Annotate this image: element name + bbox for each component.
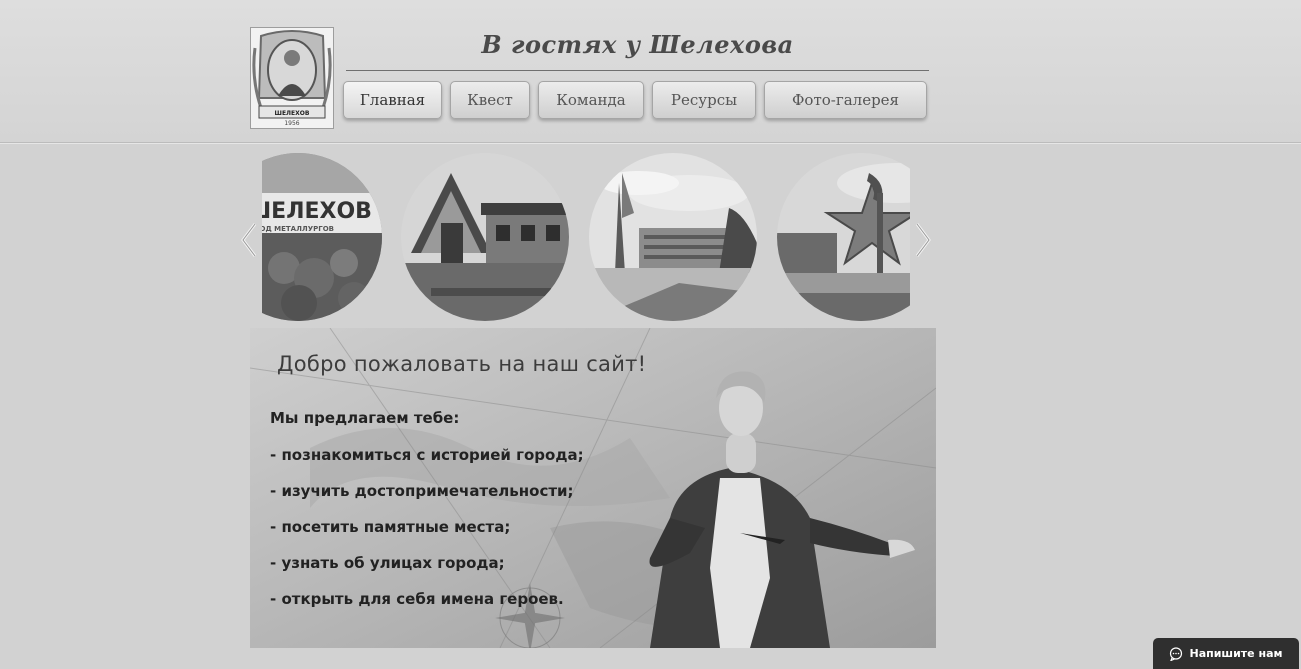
- carousel-slide-city-sign[interactable]: ШЕЛЕХОВ ГОРОД МЕТАЛЛУРГОВ: [262, 153, 382, 321]
- chat-widget-button[interactable]: Напишите нам: [1153, 638, 1299, 669]
- carousel-slide-wooden-house[interactable]: [401, 153, 569, 321]
- logo-year: 1956: [284, 120, 299, 127]
- chevron-left-icon: [241, 223, 257, 257]
- site-header: ШЕЛЕХОВ 1956 В гостях у Шелехова Главная…: [0, 0, 1301, 143]
- title-divider: [346, 70, 929, 71]
- carousel-prev-button[interactable]: [240, 222, 258, 258]
- offer-item: - познакомиться с историей города;: [270, 446, 584, 464]
- offer-item: - открыть для себя имена героев.: [270, 590, 564, 608]
- banner-title: Добро пожаловать на наш сайт!: [277, 352, 647, 376]
- chevron-right-icon: [915, 223, 931, 257]
- photo-carousel: ШЕЛЕХОВ ГОРОД МЕТАЛЛУРГОВ: [262, 153, 910, 321]
- logo-emblem: ШЕЛЕХОВ 1956: [251, 28, 333, 128]
- offer-item: - посетить памятные места;: [270, 518, 511, 536]
- carousel-slide-star-monument[interactable]: [777, 153, 910, 321]
- chat-widget-label: Напишите нам: [1189, 647, 1283, 660]
- nav-item-quest[interactable]: Квест: [450, 81, 530, 119]
- offer-list: Мы предлагаем тебе: - познакомиться с ис…: [270, 400, 584, 617]
- site-logo[interactable]: ШЕЛЕХОВ 1956: [250, 27, 334, 129]
- nav-item-photo-gallery[interactable]: Фото-галерея: [764, 81, 927, 119]
- offer-item: - узнать об улицах города;: [270, 554, 505, 572]
- welcome-banner: Добро пожаловать на наш сайт! Мы предлаг…: [250, 328, 936, 648]
- offer-item: - изучить достопримечательности;: [270, 482, 574, 500]
- nav-item-resources[interactable]: Ресурсы: [652, 81, 756, 119]
- logo-caption: ШЕЛЕХОВ: [275, 110, 310, 117]
- nav-item-team[interactable]: Команда: [538, 81, 644, 119]
- carousel-next-button[interactable]: [914, 222, 932, 258]
- offer-intro: Мы предлагаем тебе:: [270, 409, 460, 427]
- nav-item-home[interactable]: Главная: [343, 81, 442, 119]
- site-title[interactable]: В гостях у Шелехова: [346, 30, 929, 59]
- chat-bubble-icon: [1170, 646, 1183, 661]
- carousel-slide-monument-sail[interactable]: [589, 153, 757, 321]
- slide-sign-text: ШЕЛЕХОВ: [262, 199, 372, 224]
- slide-sign-subtext: ГОРОД МЕТАЛЛУРГОВ: [262, 225, 334, 233]
